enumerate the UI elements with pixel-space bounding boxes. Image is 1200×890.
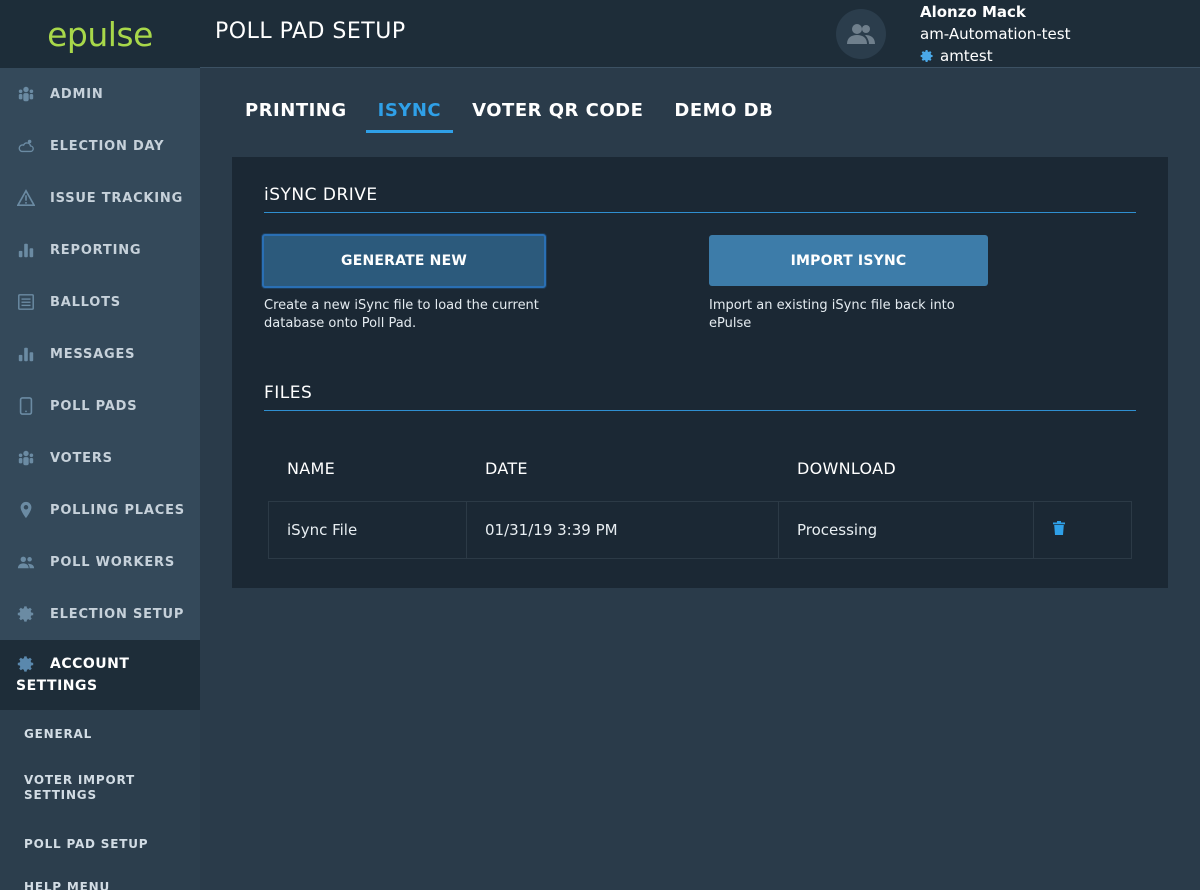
sidebar-item-label: ADMIN xyxy=(50,86,104,102)
column-header-download: DOWNLOAD xyxy=(797,459,897,478)
account-switcher[interactable]: amtest xyxy=(920,47,993,65)
sidebar-item-label: ELECTION SETUP xyxy=(50,606,185,622)
warning-icon xyxy=(16,188,36,208)
sidebar-item-voters[interactable]: VOTERS xyxy=(0,432,200,484)
tablet-icon xyxy=(16,396,36,416)
people-icon xyxy=(16,448,36,468)
sidebar-item-poll-pads[interactable]: POLL PADS xyxy=(0,380,200,432)
map-pin-icon xyxy=(16,500,36,520)
column-header-name: NAME xyxy=(287,459,336,478)
account-name: amtest xyxy=(940,47,993,65)
submenu-item-poll-pad-setup[interactable]: POLL PAD SETUP xyxy=(0,819,200,866)
section-divider xyxy=(264,410,1136,411)
sidebar-item-label: ELECTION DAY xyxy=(50,138,165,154)
sidebar-item-label: BALLOTS xyxy=(50,294,121,310)
user-name: Alonzo Mack xyxy=(920,3,1026,21)
avatar[interactable] xyxy=(836,9,886,59)
sidebar-item-label: POLLING PLACES xyxy=(50,502,185,518)
import-description: Import an existing iSync file back into … xyxy=(709,298,955,331)
section-divider xyxy=(264,212,1136,213)
generate-new-button[interactable]: GENERATE NEW xyxy=(262,234,546,288)
generate-description: Create a new iSync file to load the curr… xyxy=(264,298,539,331)
delete-cell xyxy=(1034,502,1131,558)
isync-drive-title: iSYNC DRIVE xyxy=(264,185,378,205)
gear-icon xyxy=(16,654,36,674)
epulse-logo[interactable]: epulse xyxy=(0,0,200,68)
submenu-item-help-menu[interactable]: HELP MENU xyxy=(0,866,200,890)
sidebar-item-polling-places[interactable]: POLLING PLACES xyxy=(0,484,200,536)
weather-icon xyxy=(16,136,36,156)
users-icon xyxy=(16,552,36,572)
people-icon xyxy=(16,84,36,104)
bar-chart-icon xyxy=(16,240,36,260)
sidebar-item-poll-workers[interactable]: POLL WORKERS xyxy=(0,536,200,588)
bar-chart-icon xyxy=(16,344,36,364)
tab-printing[interactable]: PRINTING xyxy=(245,100,347,133)
sidebar-item-election-day[interactable]: ELECTION DAY xyxy=(0,120,200,172)
tab-demo-db[interactable]: DEMO DB xyxy=(674,100,773,133)
sidebar-item-label: ACCOUNT xyxy=(50,656,130,672)
users-icon xyxy=(847,24,875,44)
account-settings-submenu: GENERAL VOTER IMPORT SETTINGS POLL PAD SE… xyxy=(0,710,200,890)
sidebar-item-label: VOTERS xyxy=(50,450,113,466)
file-date-cell: 01/31/19 3:39 PM xyxy=(467,502,779,558)
trash-icon[interactable] xyxy=(1053,521,1065,539)
sidebar-item-label: MESSAGES xyxy=(50,346,136,362)
submenu-item-general[interactable]: GENERAL xyxy=(0,710,200,757)
top-header: POLL PAD SETUP Alonzo Mack am-Automation… xyxy=(200,0,1200,68)
sidebar-item-label: SETTINGS xyxy=(16,678,98,694)
sidebar-item-account-settings[interactable]: ACCOUNT SETTINGS xyxy=(0,640,200,710)
sidebar-item-label: ISSUE TRACKING xyxy=(50,190,184,206)
tab-bar: PRINTING ISYNC VOTER QR CODE DEMO DB xyxy=(245,100,804,133)
sidebar-item-reporting[interactable]: REPORTING xyxy=(0,224,200,276)
sidebar-item-label: POLL WORKERS xyxy=(50,554,176,570)
files-title: FILES xyxy=(264,383,313,403)
sidebar-item-messages[interactable]: MESSAGES xyxy=(0,328,200,380)
ballot-icon xyxy=(16,292,36,312)
sidebar-item-admin[interactable]: ADMIN xyxy=(0,68,200,120)
column-header-date: DATE xyxy=(485,459,528,478)
table-row: iSync File 01/31/19 3:39 PM Processing xyxy=(268,501,1132,559)
tab-voter-qr-code[interactable]: VOTER QR CODE xyxy=(472,100,643,133)
sidebar-item-ballots[interactable]: BALLOTS xyxy=(0,276,200,328)
file-name-cell: iSync File xyxy=(269,502,467,558)
tab-isync[interactable]: ISYNC xyxy=(365,100,454,133)
sidebar-item-label: POLL PADS xyxy=(50,398,138,414)
submenu-item-voter-import-settings[interactable]: VOTER IMPORT SETTINGS xyxy=(0,757,200,819)
page-title: POLL PAD SETUP xyxy=(215,19,406,44)
sidebar-item-label: REPORTING xyxy=(50,242,142,258)
file-download-status: Processing xyxy=(779,502,1034,558)
sidebar: epulse ADMIN ELECTION DAY ISSUE TRACKING… xyxy=(0,0,200,890)
gear-icon xyxy=(16,604,36,624)
gear-icon xyxy=(920,50,933,62)
user-organization: am-Automation-test xyxy=(920,25,1071,43)
isync-panel: iSYNC DRIVE GENERATE NEW Create a new iS… xyxy=(232,157,1168,588)
sidebar-item-issue-tracking[interactable]: ISSUE TRACKING xyxy=(0,172,200,224)
sidebar-item-election-setup[interactable]: ELECTION SETUP xyxy=(0,588,200,640)
import-isync-button[interactable]: IMPORT ISYNC xyxy=(709,235,988,286)
